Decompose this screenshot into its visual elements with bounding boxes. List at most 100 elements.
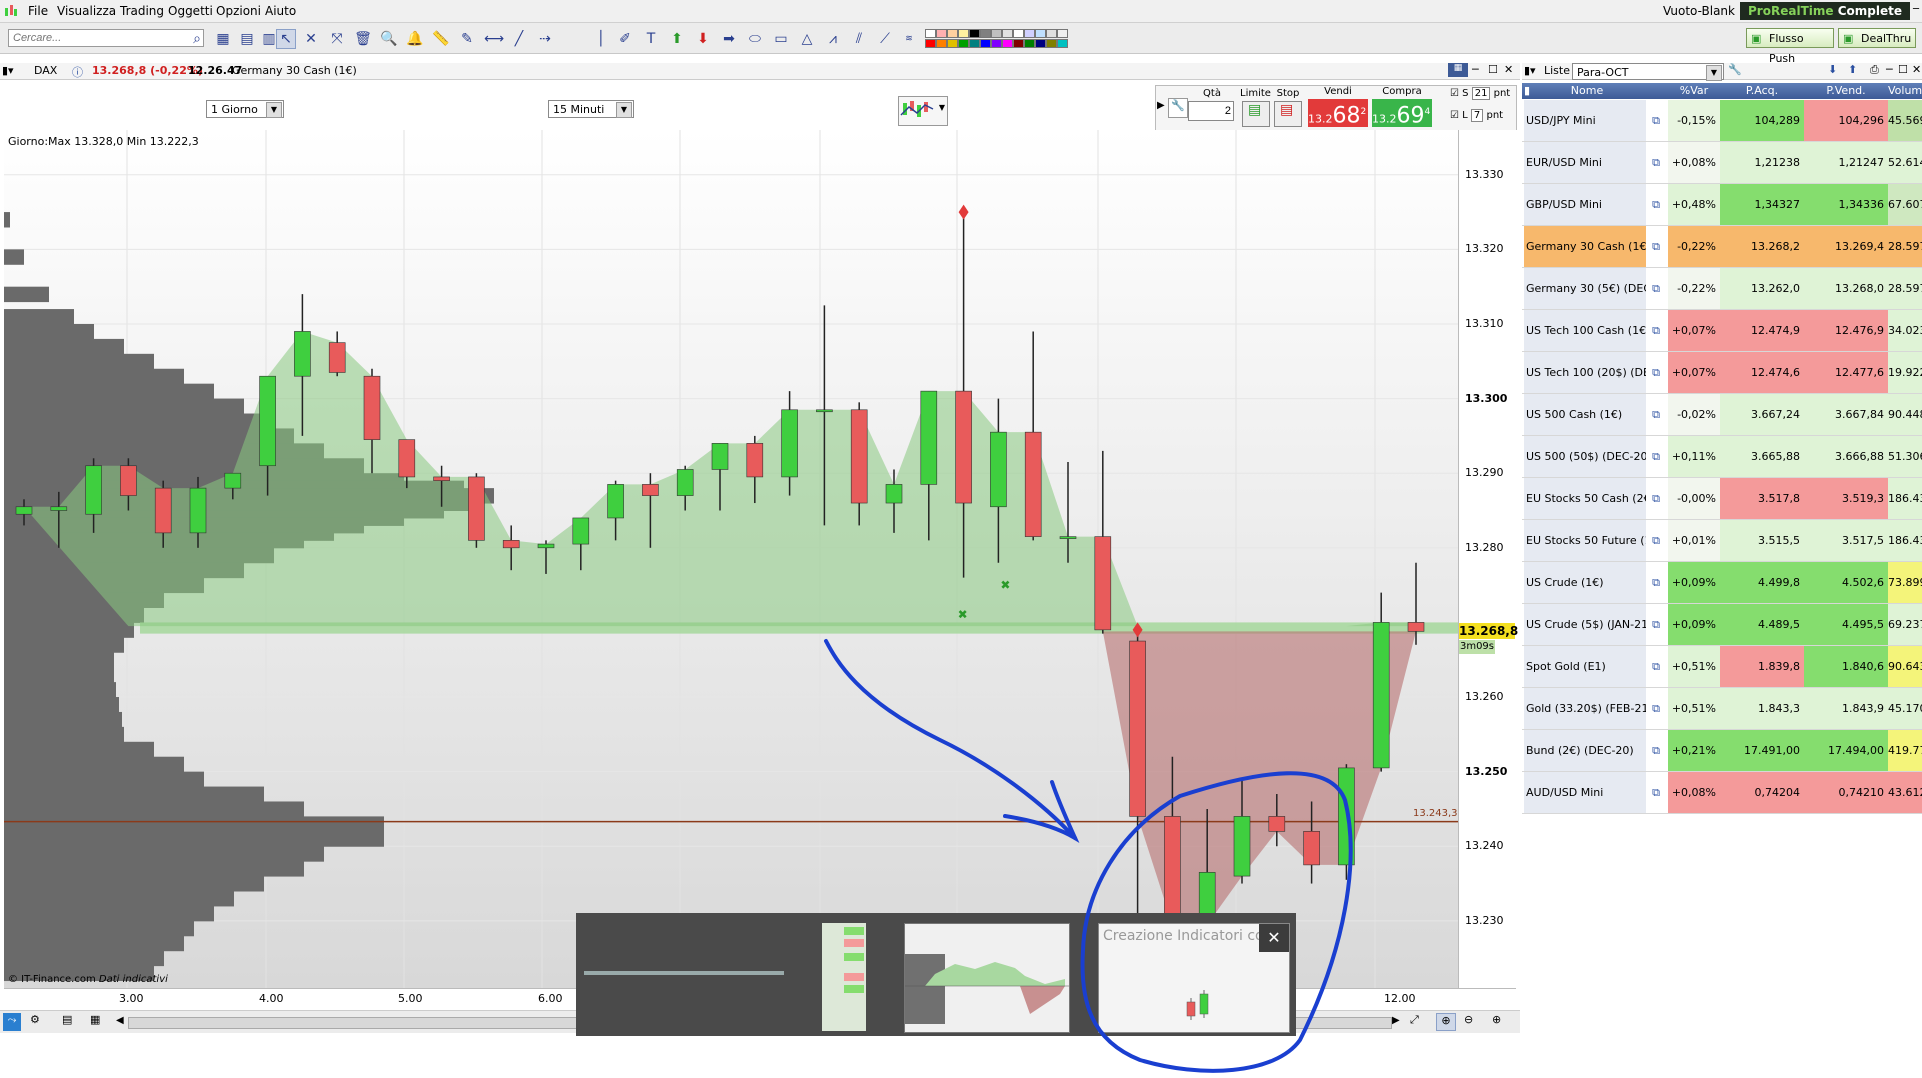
row-chart-icon[interactable]: ⧉ [1646,226,1666,267]
watchlist-row[interactable]: Germany 30 Cash (1€) ⧉ -0,22% 13.268,2 13.26… [1522,226,1922,268]
list-close-icon[interactable]: ✕ [1912,63,1921,76]
scroll-left-icon[interactable]: ◀ [116,1015,124,1026]
channel-icon[interactable]: ⫽ [850,30,868,48]
col-header-var[interactable]: %Var [1668,84,1720,97]
row-chart-icon[interactable]: ⧉ [1646,142,1666,183]
layout-icon[interactable]: ▤ [238,30,256,48]
limit-order-button[interactable]: ▤ [1242,101,1270,127]
preview-thumb-3[interactable] [904,923,1070,1033]
watchlist-row[interactable]: EUR/USD Mini⧉+0,08%1,212381,2124752.614 [1522,142,1922,184]
menu-file[interactable]: File [28,4,48,18]
vline-icon[interactable]: │ [592,30,610,48]
chart-close-icon[interactable]: ✕ [1504,63,1513,76]
triangle-icon[interactable]: △ [798,30,816,48]
search-icon[interactable]: ⌕ [188,30,206,48]
interval-select[interactable]: 15 Minuti ▼ [548,100,634,118]
menu-trading[interactable]: Trading [120,4,164,18]
menu-oggetti[interactable]: Oggetti [168,4,213,18]
watchlist-row[interactable]: US Tech 100 Cash (1€) ⧉ +0,07% 12.474,9 12.4… [1522,310,1922,352]
watchlist-row[interactable]: US 500 Cash (1€) ⧉ -0,02% 3.667,24 3.667,84 9… [1522,394,1922,436]
menu-opzioni[interactable]: Opzioni [216,4,261,18]
row-chart-icon[interactable]: ⧉ [1646,268,1666,309]
watchlist-row[interactable]: US 500 (50$) (DEC-20) ⧉ +0,11% 3.665,88 3.66… [1522,436,1922,478]
watchlist-row[interactable]: US Tech 100 (20$) (DE...⧉+0,07%12.474,61… [1522,352,1922,394]
row-chart-icon[interactable]: ⧉ [1646,100,1666,141]
row-chart-icon[interactable]: ⧉ [1646,478,1666,519]
settings-icon[interactable]: ⚙ [30,1013,40,1026]
list-minimize-icon[interactable]: ─ [1886,63,1893,76]
watchlist-row[interactable]: US Crude (1€)⧉+0,09%4.499,84.502,673.899 [1522,562,1922,604]
zoom-out-icon[interactable]: ⊖ [1464,1013,1473,1026]
preview-close-icon[interactable]: ✕ [1259,924,1289,952]
qty-input[interactable] [1188,101,1234,121]
workspace-name[interactable]: Vuoto-Blank [1663,4,1735,18]
watchlist-select[interactable]: Para-OCT ▼ [1572,63,1724,81]
buy-arrow-icon[interactable]: ⬆ [668,30,686,48]
s-checkbox-icon[interactable]: ☑ [1450,88,1459,99]
chart-maximize-icon[interactable]: ☐ [1488,63,1498,76]
s-pnt-input[interactable]: 21 [1471,87,1491,100]
stop-order-button[interactable]: ▤ [1274,101,1302,127]
zigzag-icon[interactable]: ⩘ [824,30,842,48]
window-minimize-icon[interactable]: ─ [1913,4,1921,15]
text-tool-icon[interactable]: T [642,30,660,48]
info-icon[interactable]: ⓘ [72,64,83,80]
ray-icon[interactable]: ⇢ [536,30,554,48]
preview-thumb-active[interactable]: Creazione Indicatori con ✕ [1098,923,1290,1033]
chart-type-icon[interactable]: ▮▾ [2,64,14,77]
row-chart-icon[interactable]: ⧉ [1646,394,1666,435]
watchlist-row[interactable]: GBP/USD Mini⧉+0,48%1,343271,3433667.607 [1522,184,1922,226]
wrench-icon[interactable]: 🔧 [1728,63,1742,76]
print-icon[interactable]: ⎙ [1870,63,1879,77]
row-chart-icon[interactable]: ⧉ [1646,352,1666,393]
dealthru-button[interactable]: ▣ DealThru [1838,28,1916,48]
share-icon[interactable]: ⤳ [3,1013,21,1031]
settings-wrench-icon[interactable]: 🔧 [1168,98,1188,118]
crosshair-tool-icon[interactable]: ✕ [302,30,320,48]
row-chart-icon[interactable]: ⧉ [1646,604,1666,645]
sort-up-icon[interactable]: ⬆ [1848,63,1857,76]
indicator-button[interactable]: ▼ [898,96,948,126]
price-chart[interactable]: ✖ ✖ [4,130,1458,988]
color-palette[interactable] [925,29,1077,49]
collapse-arrow-icon[interactable]: ▶ [1157,100,1165,111]
trash-icon[interactable]: 🗑 [354,30,372,48]
search-input[interactable] [8,29,204,47]
watchlist-row[interactable]: Bund (2€) (DEC-20) ⧉ +0,21% 17.491,00 17.494… [1522,730,1922,772]
row-chart-icon[interactable]: ⧉ [1646,184,1666,225]
pencil-icon[interactable]: ✎ [458,30,476,48]
scroll-right-icon[interactable]: ▶ [1392,1015,1400,1026]
watchlist-row[interactable]: USD/JPY Mini⧉-0,15%104,289104,29645.569 [1522,100,1922,142]
trendline-icon[interactable]: ╱ [510,30,528,48]
fan-icon[interactable]: ⟋ [876,30,894,48]
watchlist-row[interactable]: Spot Gold (E1) ⧉ +0,51% 1.839,8 1.840,6 90.64… [1522,646,1922,688]
list-view-icon[interactable]: ▤ [62,1013,72,1026]
zoom-auto-icon[interactable]: ⊕ [1436,1013,1456,1031]
fibonacci-icon[interactable]: ≋ [900,30,918,48]
col-header-volume[interactable]: Volume [1888,84,1922,97]
watchlist-row[interactable]: AUD/USD Mini⧉+0,08%0,742040,7421043.612 [1522,772,1922,814]
col-header-ask[interactable]: P.Vend. [1804,84,1888,97]
hline-tool-icon[interactable]: ⟷ [484,30,504,48]
zoom-in-icon[interactable]: ⊕ [1492,1013,1501,1026]
col-header-bid[interactable]: P.Acq. [1720,84,1804,97]
row-chart-icon[interactable]: ⧉ [1646,310,1666,351]
range-select[interactable]: 1 Giorno ▼ [206,100,284,118]
row-chart-icon[interactable]: ⧉ [1646,688,1666,729]
buy-button[interactable]: 13.2694 [1372,99,1432,128]
watchlist-row[interactable]: EU Stocks 50 Cash (2€) ⧉ -0,00% 3.517,8 3.51… [1522,478,1922,520]
list-maximize-icon[interactable]: ☐ [1898,63,1908,76]
price-axis[interactable]: 13.330 13.320 13.310 13.300 13.290 13.280 13.2… [1413,130,1518,988]
ruler-icon[interactable]: 📏 [432,30,450,48]
zoom-tool-icon[interactable]: 🔍 [380,30,398,48]
flusso-push-button[interactable]: ▣ Flusso Push [1746,28,1834,65]
chart-minimize-icon[interactable]: ─ [1472,63,1479,76]
l-pnt-input[interactable]: 7 [1470,109,1484,122]
menu-visualizza[interactable]: Visualizza [57,4,116,18]
row-chart-icon[interactable]: ⧉ [1646,520,1666,561]
sort-down-icon[interactable]: ⬇ [1828,63,1837,76]
brush-icon[interactable]: ✐ [616,30,634,48]
cursor-tool-icon[interactable]: ⤧ [328,30,346,48]
row-chart-icon[interactable]: ⧉ [1646,436,1666,477]
table-view-icon[interactable]: ▦ [90,1013,100,1026]
